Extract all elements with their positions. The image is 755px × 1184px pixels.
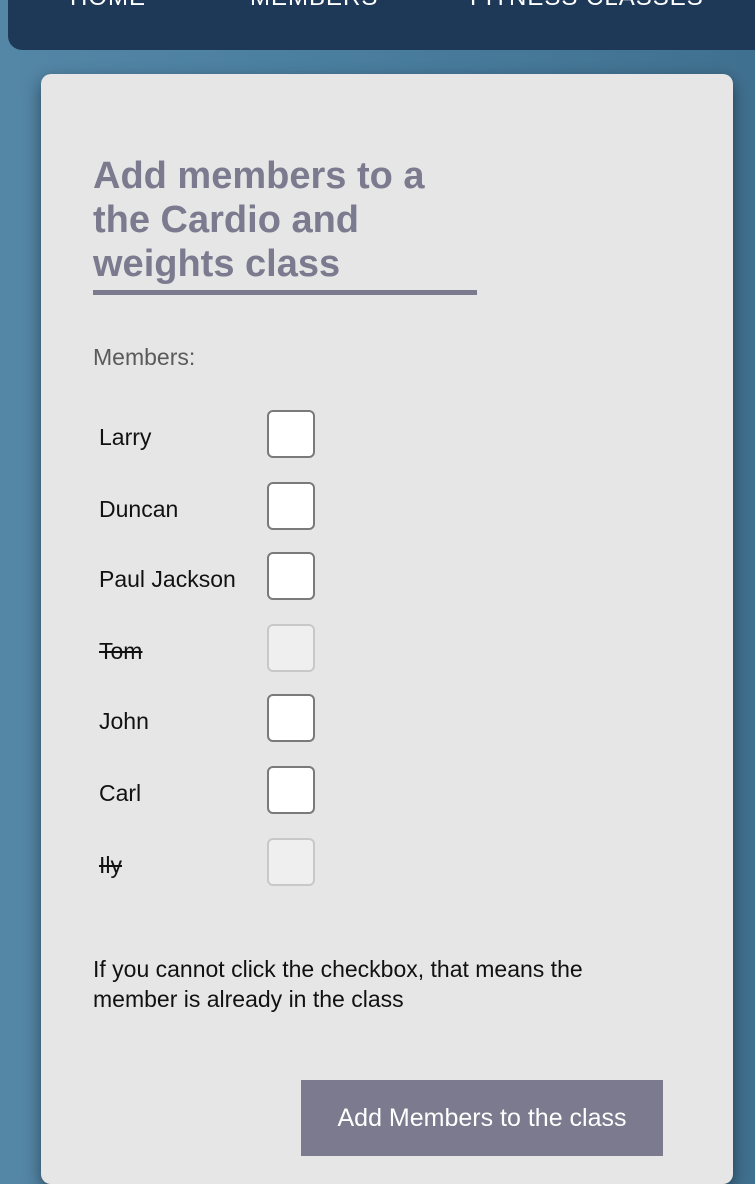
- member-row-carl: Carl: [99, 766, 339, 818]
- member-checkbox-duncan[interactable]: [267, 482, 315, 530]
- nav-link-members[interactable]: MEMBERS: [250, 0, 378, 12]
- add-members-button[interactable]: Add Members to the class: [301, 1080, 663, 1156]
- member-checkbox-carl[interactable]: [267, 766, 315, 814]
- member-checkbox-ily-disabled: [267, 838, 315, 886]
- member-row-paul-jackson: Paul Jackson: [99, 552, 339, 604]
- member-name-already-in-class: Ily: [99, 852, 122, 878]
- member-name: John: [99, 708, 149, 734]
- top-navigation-bar: HOME MEMBERS FITNESS CLASSES: [8, 0, 755, 50]
- member-row-larry: Larry: [99, 410, 339, 462]
- member-checkbox-tom-disabled: [267, 624, 315, 672]
- member-checkbox-larry[interactable]: [267, 410, 315, 458]
- member-name: Paul Jackson: [99, 566, 236, 592]
- member-row-ily: Ily: [99, 838, 339, 890]
- member-name: Carl: [99, 780, 142, 806]
- member-row-john: John: [99, 694, 339, 746]
- add-members-form-card: Add members to a the Cardio and weights …: [41, 74, 733, 1184]
- member-row-duncan: Duncan: [99, 482, 339, 534]
- member-name: Duncan: [99, 496, 179, 522]
- page-title: Add members to a the Cardio and weights …: [93, 154, 477, 295]
- nav-link-home[interactable]: HOME: [70, 0, 146, 12]
- member-row-tom: Tom: [99, 624, 339, 676]
- nav-link-fitness-classes[interactable]: FITNESS CLASSES: [470, 0, 704, 12]
- member-checkbox-john[interactable]: [267, 694, 315, 742]
- member-name: Larry: [99, 424, 152, 450]
- members-section-label: Members:: [93, 344, 196, 370]
- checkbox-help-note: If you cannot click the checkbox, that m…: [93, 956, 583, 1012]
- member-name-already-in-class: Tom: [99, 638, 143, 664]
- member-checkbox-paul-jackson[interactable]: [267, 552, 315, 600]
